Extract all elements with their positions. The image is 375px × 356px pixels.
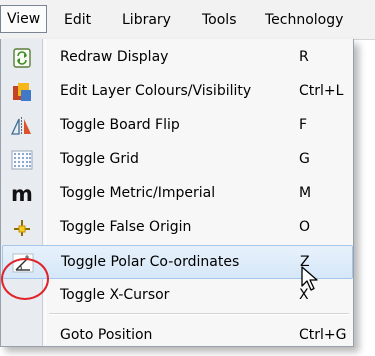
menu-item-label: Toggle Polar Co-ordinates	[61, 254, 240, 270]
menu-item-shortcut: Ctrl+L	[299, 83, 344, 99]
layers-icon	[13, 83, 31, 101]
menu-item-label: Redraw Display	[60, 49, 169, 65]
metric-icon: m	[11, 184, 33, 204]
menu-item-label: Toggle False Origin	[60, 219, 192, 235]
menu-item-toggle-grid[interactable]: Toggle Grid G	[2, 143, 353, 177]
annotation-circle	[1, 258, 49, 300]
menu-library[interactable]: Library	[122, 8, 171, 32]
mouse-pointer-icon	[301, 266, 318, 291]
origin-icon	[14, 220, 30, 236]
menu-item-edit-layer-colours[interactable]: Edit Layer Colours/Visibility Ctrl+L	[2, 75, 353, 109]
flip-icon	[11, 117, 31, 135]
menu-tools[interactable]: Tools	[202, 8, 237, 32]
menu-item-label: Toggle X-Cursor	[60, 287, 170, 303]
menu-item-shortcut: F	[299, 117, 308, 133]
menu-separator	[49, 313, 349, 315]
menu-bar: View Edit Library Tools Technology	[0, 0, 375, 40]
menu-item-shortcut: O	[299, 219, 311, 235]
svg-text:m: m	[11, 184, 33, 204]
grid-icon	[11, 150, 33, 170]
view-dropdown-menu: Redraw Display R Edit Layer Colours/Visi…	[0, 39, 354, 347]
menu-technology[interactable]: Technology	[265, 8, 343, 32]
menu-item-shortcut: R	[299, 49, 309, 65]
menu-item-label: Edit Layer Colours/Visibility	[60, 83, 252, 99]
refresh-icon	[13, 48, 31, 68]
menu-item-label: Toggle Board Flip	[60, 117, 180, 133]
menu-item-toggle-metric-imperial[interactable]: m Toggle Metric/Imperial M	[2, 177, 353, 211]
menu-item-toggle-false-origin[interactable]: Toggle False Origin O	[2, 211, 353, 245]
menu-view[interactable]: View	[0, 5, 48, 33]
menu-item-shortcut: G	[299, 151, 310, 167]
menu-item-label: Toggle Grid	[60, 151, 139, 167]
menu-item-label: Toggle Metric/Imperial	[60, 185, 216, 201]
menu-item-goto-position[interactable]: Goto Position Ctrl+G	[2, 319, 353, 346]
menu-item-label: Goto Position	[60, 327, 153, 343]
menu-item-toggle-board-flip[interactable]: Toggle Board Flip F	[2, 109, 353, 143]
menu-item-shortcut: M	[299, 185, 312, 201]
menu-item-redraw-display[interactable]: Redraw Display R	[2, 41, 353, 75]
menu-item-shortcut: Ctrl+G	[299, 327, 347, 343]
menu-edit[interactable]: Edit	[64, 8, 91, 32]
